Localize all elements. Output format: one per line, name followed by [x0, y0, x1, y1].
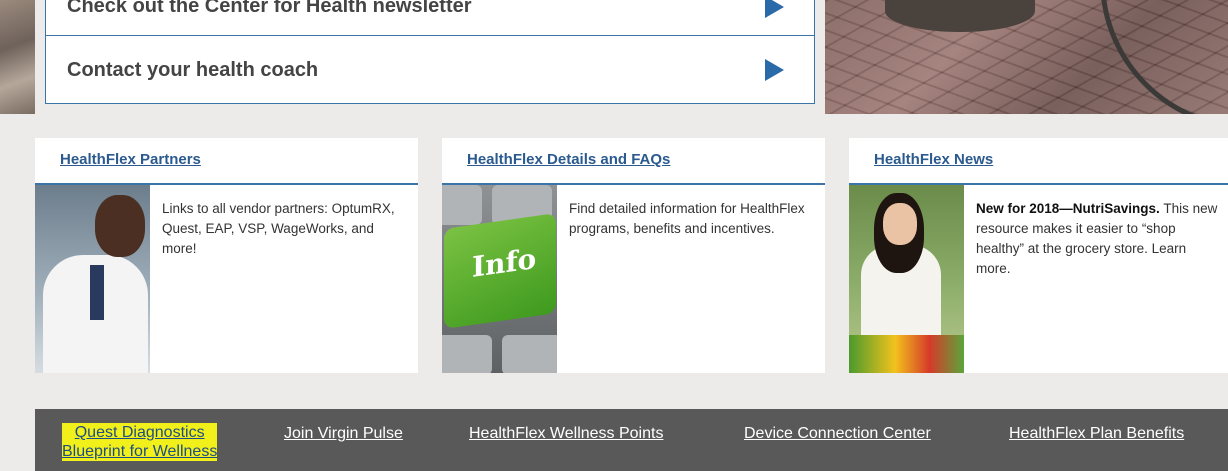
partners-description: Links to all vendor partners: OptumRX, Q… [162, 201, 395, 256]
keyboard-key-shape [502, 335, 557, 373]
newsletter-link[interactable]: Check out the Center for Health newslett… [46, 0, 814, 36]
virgin-pulse-link[interactable]: Join Virgin Pulse [284, 425, 403, 443]
keyboard-key-shape [442, 335, 492, 373]
cycling-photo [825, 0, 1228, 114]
info-key: Info [444, 213, 556, 329]
woman-grocery-photo [849, 185, 964, 373]
details-faqs-title-link[interactable]: HealthFlex Details and FAQs [467, 151, 670, 168]
quest-diagnostics-link[interactable]: Quest Diagnostics Blueprint for Wellness [62, 423, 218, 461]
card-header: HealthFlex Partners [35, 138, 418, 185]
info-key-label: Info [472, 241, 537, 284]
details-faqs-description: Find detailed information for HealthFlex… [569, 201, 805, 236]
top-banner: Check out the Center for Health newslett… [0, 0, 1228, 114]
news-headline: New for 2018—NutriSavings. [976, 201, 1160, 216]
head-shape [95, 195, 145, 257]
tie-shape [90, 265, 104, 320]
partners-title-link[interactable]: HealthFlex Partners [60, 151, 201, 168]
details-faqs-card: HealthFlex Details and FAQs Info Find de… [442, 138, 825, 373]
news-card: HealthFlex News New for 2018—NutriSaving… [849, 138, 1228, 373]
card-header: HealthFlex News [849, 138, 1228, 185]
face-shape [883, 203, 917, 245]
partners-card: HealthFlex Partners Links to all vendor … [35, 138, 418, 373]
bicycle-wheel-shape [1100, 0, 1228, 114]
plan-benefits-link[interactable]: HealthFlex Plan Benefits [1009, 425, 1184, 443]
play-arrow-icon [765, 59, 784, 81]
quest-line1: Quest Diagnostics [74, 424, 205, 441]
footer-link-bar: Quest Diagnostics Blueprint for Wellness… [35, 409, 1228, 471]
contact-coach-label: Contact your health coach [67, 58, 319, 81]
contact-coach-link[interactable]: Contact your health coach [46, 36, 814, 104]
doctor-photo [35, 185, 150, 373]
spacer [35, 0, 45, 114]
quest-line2: Blueprint for Wellness [62, 443, 218, 460]
background-photo-left [0, 0, 35, 114]
news-title-link[interactable]: HealthFlex News [874, 151, 993, 168]
news-description: New for 2018—NutriSavings. This new reso… [976, 199, 1221, 279]
play-arrow-icon [765, 0, 784, 18]
wellness-points-link[interactable]: HealthFlex Wellness Points [469, 425, 663, 443]
device-connection-link[interactable]: Device Connection Center [744, 425, 931, 443]
shoe-shape [885, 0, 1035, 32]
vegetables-shape [849, 335, 964, 373]
info-key-photo: Info [442, 185, 557, 373]
quick-links-box: Check out the Center for Health newslett… [45, 0, 815, 104]
keyboard-key-shape [442, 185, 482, 225]
newsletter-link-label: Check out the Center for Health newslett… [67, 0, 472, 17]
card-header: HealthFlex Details and FAQs [442, 138, 825, 185]
